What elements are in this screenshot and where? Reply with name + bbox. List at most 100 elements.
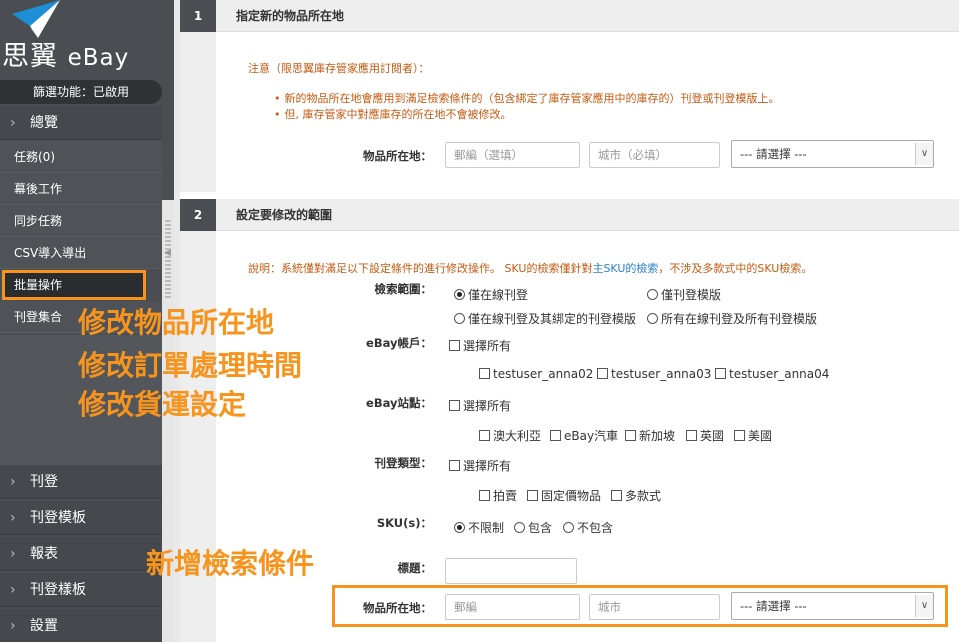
- drag-grip-icon: [165, 220, 171, 300]
- nav-settings-label: 設置: [30, 618, 58, 634]
- sku-contains[interactable]: 包含: [514, 519, 552, 536]
- ebay-site-label: eBay站點：: [366, 396, 432, 410]
- section-1-city-input[interactable]: 城市（必填）: [589, 142, 720, 168]
- checkbox[interactable]: [715, 368, 726, 379]
- nav-overview[interactable]: › 總覽: [0, 106, 162, 140]
- main-sku-search-link[interactable]: 主SKU的檢索: [592, 262, 658, 275]
- chevron-right-icon: ›: [10, 474, 16, 490]
- checkbox[interactable]: [479, 490, 490, 501]
- checkbox[interactable]: [625, 430, 636, 441]
- account-select-all[interactable]: 選擇所有: [449, 337, 511, 354]
- nav-item-tasks[interactable]: 任務(0): [0, 141, 162, 173]
- account-anna04[interactable]: testuser_anna04: [715, 367, 829, 381]
- section-1-number: 1: [180, 0, 216, 32]
- site-select-all[interactable]: 選擇所有: [449, 397, 511, 414]
- checkbox[interactable]: [550, 430, 561, 441]
- section-1-note-2: • 但, 庫存管家中對應庫存的所在地不會被修改。: [274, 108, 512, 121]
- checkbox[interactable]: [686, 430, 697, 441]
- site-ebay-motors[interactable]: eBay汽車: [550, 427, 618, 444]
- site-uk[interactable]: 英國: [686, 427, 724, 444]
- radio-selected[interactable]: [454, 289, 465, 300]
- nav-item-bulk-operations[interactable]: 批量操作: [2, 270, 146, 300]
- nav-listing-templates-label: 刊登模板: [30, 510, 86, 526]
- brand: 思翼 eBay: [0, 0, 174, 74]
- section-1-country-select-value: --- 請選擇 ---: [740, 147, 807, 161]
- nav-item-csv-import-export[interactable]: CSV導入導出: [0, 237, 162, 269]
- checkbox[interactable]: [597, 368, 608, 379]
- section-1-gutter: [180, 32, 216, 192]
- section-2-header: 2 設定要修改的範圍: [180, 199, 959, 231]
- nav-settings[interactable]: › 設置: [0, 609, 162, 642]
- scope-label: 檢索範圍：: [374, 282, 433, 296]
- nav-reports-label: 報表: [30, 546, 58, 562]
- type-fixed-price[interactable]: 固定價物品: [527, 487, 601, 504]
- nav-listing-templates[interactable]: › 刊登模板: [0, 501, 162, 535]
- site-us[interactable]: 美國: [734, 427, 772, 444]
- annotation-line-1: 修改物品所在地: [78, 306, 275, 339]
- sku-excludes[interactable]: 不包含: [563, 519, 613, 536]
- filter-status-badge[interactable]: 篩選功能：已啟用: [0, 80, 162, 104]
- chevron-right-icon: ›: [10, 618, 16, 634]
- radio[interactable]: [514, 522, 525, 533]
- section-2-number: 2: [180, 199, 216, 231]
- chevron-down-icon: ∨: [915, 143, 933, 165]
- sku-unrestricted[interactable]: 不限制: [454, 519, 504, 536]
- radio[interactable]: [647, 289, 658, 300]
- type-auction[interactable]: 拍賣: [479, 487, 517, 504]
- section-1-note-1: • 新的物品所在地會應用到滿足檢索條件的（包含綁定了庫存管家應用中的庫存的）刊登或…: [274, 92, 780, 105]
- nav-item-sync-tasks[interactable]: 同步任務: [0, 205, 162, 237]
- title-label: 標題：: [397, 561, 433, 575]
- main-content: 1 指定新的物品所在地 注意（限思翼庫存管家應用訂閱者）： • 新的物品所在地會應…: [174, 0, 959, 642]
- chevron-right-icon: ›: [10, 546, 16, 562]
- chevron-right-icon: ›: [10, 582, 16, 598]
- radio-selected[interactable]: [454, 522, 465, 533]
- listing-type-label: 刊登類型：: [374, 456, 433, 470]
- title-input[interactable]: [445, 558, 577, 584]
- nav-reports[interactable]: › 報表: [0, 537, 162, 571]
- scope-option-all[interactable]: 所有在線刊登及所有刊登模版: [647, 310, 817, 327]
- nav-item-background-jobs[interactable]: 幕後工作: [0, 173, 162, 205]
- nav-listing-layouts-label: 刊登樣板: [30, 582, 86, 598]
- collapse-arrow-icon[interactable]: ◀: [164, 248, 171, 258]
- section-1-postcode-input[interactable]: 郵編（選填）: [445, 142, 580, 168]
- sidebar-rail: [162, 0, 174, 200]
- type-multi-variation[interactable]: 多款式: [611, 487, 661, 504]
- checkbox[interactable]: [449, 460, 460, 471]
- scope-option-online-bound[interactable]: 僅在線刊登及其綁定的刊登模版: [454, 310, 636, 327]
- checkbox[interactable]: [527, 490, 538, 501]
- checkbox[interactable]: [734, 430, 745, 441]
- account-anna02[interactable]: testuser_anna02: [479, 367, 593, 381]
- nav-overview-label: 總覽: [30, 115, 58, 131]
- site-singapore[interactable]: 新加坡: [625, 427, 675, 444]
- brand-name: 思翼 eBay: [2, 41, 130, 72]
- type-select-all[interactable]: 選擇所有: [449, 457, 511, 474]
- radio[interactable]: [647, 313, 658, 324]
- nav-listings[interactable]: › 刊登: [0, 465, 162, 499]
- checkbox[interactable]: [479, 368, 490, 379]
- checkbox[interactable]: [479, 430, 490, 441]
- checkbox[interactable]: [449, 340, 460, 351]
- new-filter-highlight: [332, 585, 948, 627]
- chevron-right-icon: ›: [10, 115, 16, 131]
- chevron-right-icon: ›: [10, 510, 16, 526]
- annotation-line-3: 修改貨運設定: [78, 388, 247, 421]
- radio[interactable]: [563, 522, 574, 533]
- section-1-header: 1 指定新的物品所在地: [180, 0, 959, 32]
- account-anna03[interactable]: testuser_anna03: [597, 367, 711, 381]
- section-2-note: 說明：系統僅對滿足以下設定條件的進行修改操作。 SKU的檢索僅針對主SKU的檢索…: [248, 262, 813, 275]
- site-australia[interactable]: 澳大利亞: [479, 427, 541, 444]
- checkbox[interactable]: [449, 400, 460, 411]
- nav-listing-layouts[interactable]: › 刊登樣板: [0, 573, 162, 607]
- scope-option-templates[interactable]: 僅刊登模版: [647, 286, 721, 303]
- scope-option-online[interactable]: 僅在線刊登: [454, 286, 528, 303]
- nav-listings-label: 刊登: [30, 474, 58, 490]
- section-1-note-title: 注意（限思翼庫存管家應用訂閱者）：: [248, 62, 430, 75]
- ebay-account-label: eBay帳戶：: [366, 336, 432, 350]
- radio[interactable]: [454, 313, 465, 324]
- section-1-title: 指定新的物品所在地: [236, 9, 345, 23]
- annotation-new-filter: 新增檢索條件: [146, 547, 315, 580]
- sku-label: SKU(s)：: [376, 516, 432, 530]
- section-2-title: 設定要修改的範圍: [236, 208, 333, 222]
- section-1-country-select[interactable]: --- 請選擇 --- ∨: [731, 140, 934, 168]
- checkbox[interactable]: [611, 490, 622, 501]
